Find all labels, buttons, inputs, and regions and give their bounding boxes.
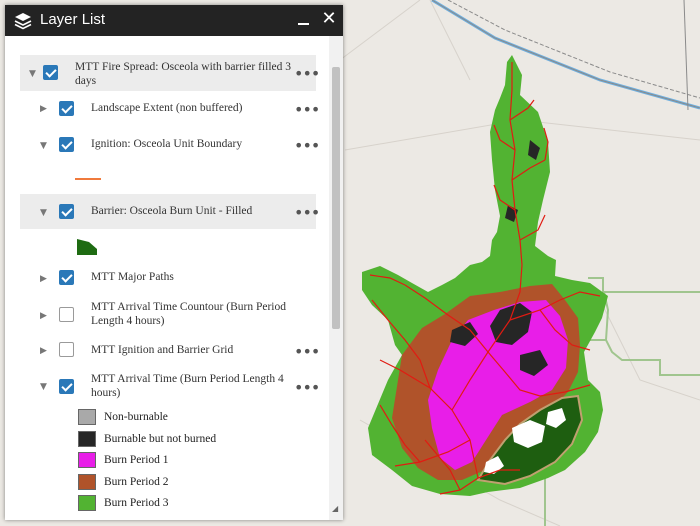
layer-visibility-checkbox[interactable]: [59, 270, 74, 285]
layer-label: MTT Fire Spread: Osceola with barrier fi…: [75, 61, 291, 73]
legend-swatch: [78, 474, 96, 490]
layer-list-panel: Layer List ✕ ▼ MTT Fire Spread: Osceola …: [5, 5, 343, 520]
layer-label: Barrier: Osceola Burn Unit - Filled: [91, 205, 253, 217]
layer-visibility-checkbox[interactable]: [59, 307, 74, 322]
layer-visibility-checkbox[interactable]: [43, 65, 58, 80]
layer-label-line2: Length 4 hours): [91, 315, 165, 327]
legend-label: Burn Period 1: [104, 454, 169, 466]
legend-swatch: [78, 495, 96, 511]
layer-visibility-checkbox[interactable]: [59, 204, 74, 219]
barrier-fill-symbol: [77, 239, 97, 255]
chevron-right-icon[interactable]: ▶: [40, 346, 47, 356]
layer-label: MTT Arrival Time (Burn Period Length 4: [91, 373, 284, 385]
chevron-down-icon[interactable]: ▼: [40, 382, 47, 392]
legend-swatch: [78, 431, 96, 447]
layer-label: MTT Arrival Time Countour (Burn Period: [91, 301, 286, 313]
panel-title-bar[interactable]: Layer List ✕: [5, 5, 343, 36]
layer-options-icon[interactable]: •••: [294, 344, 320, 360]
layer-options-icon[interactable]: •••: [294, 138, 320, 154]
layer-visibility-checkbox[interactable]: [59, 137, 74, 152]
layer-options-icon[interactable]: •••: [294, 66, 320, 82]
resize-handle-icon[interactable]: ◢: [332, 504, 342, 516]
legend-swatch: [78, 452, 96, 468]
legend-label: Burn Period 3: [104, 497, 169, 509]
layer-label-line2: hours): [91, 387, 121, 399]
layer-list: ▼ MTT Fire Spread: Osceola with barrier …: [5, 36, 329, 520]
layer-label: MTT Major Paths: [91, 271, 174, 283]
chevron-down-icon[interactable]: ▼: [29, 69, 36, 79]
layer-label: Landscape Extent (non buffered): [91, 102, 243, 114]
chevron-right-icon[interactable]: ▶: [40, 104, 47, 114]
panel-title: Layer List: [40, 11, 106, 28]
chevron-right-icon[interactable]: ▶: [40, 311, 47, 321]
layers-icon: [14, 13, 32, 30]
layer-options-icon[interactable]: •••: [294, 102, 320, 118]
layer-label: MTT Ignition and Barrier Grid: [91, 344, 234, 356]
chevron-down-icon[interactable]: ▼: [40, 141, 47, 151]
layer-options-icon[interactable]: •••: [294, 205, 320, 221]
chevron-down-icon[interactable]: ▼: [40, 208, 47, 218]
panel-scrollbar[interactable]: [329, 36, 343, 520]
layer-label: Ignition: Osceola Unit Boundary: [91, 138, 243, 150]
legend-label: Non-burnable: [104, 411, 168, 423]
legend-label: Burn Period 2: [104, 476, 169, 488]
layer-options-icon[interactable]: •••: [294, 380, 320, 396]
layer-label-line2: days: [75, 75, 97, 87]
layer-visibility-checkbox[interactable]: [59, 342, 74, 357]
chevron-right-icon[interactable]: ▶: [40, 274, 47, 284]
layer-visibility-checkbox[interactable]: [59, 101, 74, 116]
ignition-line-symbol: [75, 178, 101, 180]
layer-item-major-paths[interactable]: [33, 264, 316, 290]
scrollbar-thumb[interactable]: [332, 67, 340, 329]
legend-swatch: [78, 409, 96, 425]
legend-label: Burnable but not burned: [104, 433, 217, 445]
close-icon[interactable]: ✕: [320, 9, 338, 29]
minimize-icon[interactable]: [297, 11, 311, 29]
layer-visibility-checkbox[interactable]: [59, 379, 74, 394]
